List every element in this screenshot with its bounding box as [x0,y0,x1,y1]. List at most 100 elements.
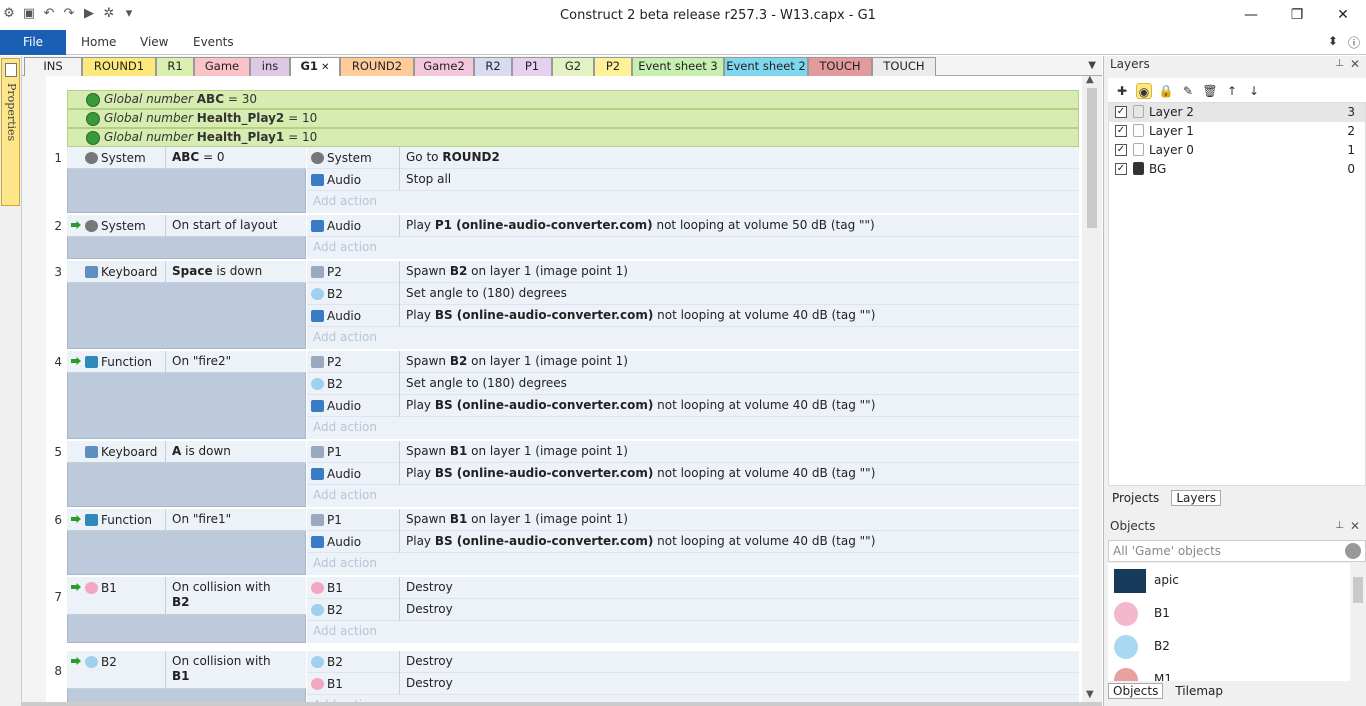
minimize-button[interactable]: — [1228,0,1274,30]
action-row[interactable]: P1 Spawn B1 on layer 1 (image point 1) [307,509,1079,531]
doc-tab-11[interactable]: P2 [594,57,632,76]
add-action-link[interactable]: Add action [307,485,1079,507]
doc-tab-4[interactable]: ins [250,57,290,76]
action-row[interactable]: Audio Play P1 (online-audio-converter.com… [307,215,1079,237]
move-down-icon[interactable]: ↓ [1246,83,1262,99]
doc-tab-8[interactable]: R2 [474,57,512,76]
doc-tab-0[interactable]: INS [24,57,82,76]
action-row[interactable]: P2 Spawn B2 on layer 1 (image point 1) [307,261,1079,283]
layer-row[interactable]: ✓ Layer 1 2 [1109,122,1365,141]
doc-tab-6[interactable]: ROUND2 [340,57,414,76]
lock-icon[interactable] [1133,105,1144,118]
action-row[interactable]: B2 Destroy [307,651,1079,673]
layer-visible-checkbox[interactable]: ✓ [1115,106,1127,118]
close-icon[interactable]: ✕ [1350,56,1360,72]
global-variable[interactable]: Global number ABC = 30 [67,90,1079,109]
event-condition[interactable]: System On start of layout [67,215,306,237]
layer-visible-checkbox[interactable]: ✓ [1115,144,1127,156]
action-row[interactable]: Audio Play BS (online-audio-converter.com… [307,395,1079,417]
properties-tab[interactable]: Properties [1,58,20,206]
doc-tab-10[interactable]: G2 [552,57,594,76]
action-row[interactable]: B2 Set angle to (180) degrees [307,373,1079,395]
add-action-link[interactable]: Add action [307,327,1079,349]
add-action-link[interactable]: Add action [307,553,1079,575]
about-icon[interactable]: ⓘ [1348,34,1360,51]
doc-tab-15[interactable]: TOUCH [872,57,936,76]
pin-icon[interactable]: ⊥ [1335,56,1344,72]
tab-view[interactable]: View [140,35,168,49]
doc-tab-12[interactable]: Event sheet 3 [632,57,724,76]
pin-icon[interactable]: ⊥ [1335,518,1344,534]
eye-icon[interactable]: ◉ [1136,83,1152,99]
event-condition[interactable]: Keyboard A is down [67,441,306,463]
edit-icon[interactable]: ✎ [1180,83,1196,99]
move-up-icon[interactable]: ↑ [1224,83,1240,99]
tab-home[interactable]: Home [81,35,116,49]
layer-row[interactable]: ✓ Layer 2 3 [1109,103,1365,122]
doc-tab-2[interactable]: R1 [156,57,194,76]
event-condition[interactable]: Keyboard Space is down [67,261,306,283]
global-variable[interactable]: Global number Health_Play1 = 10 [67,128,1079,147]
action-row[interactable]: B2 Set angle to (180) degrees [307,283,1079,305]
action-row[interactable]: B1 Destroy [307,673,1079,695]
event-condition[interactable]: System ABC = 0 [67,147,306,169]
action-row[interactable]: B2 Destroy [307,599,1079,621]
tab-list-dropdown-icon[interactable]: ▼ [1088,60,1096,71]
doc-tab-14[interactable]: TOUCH [808,57,872,76]
global-variable[interactable]: Global number Health_Play2 = 10 [67,109,1079,128]
doc-tab-3[interactable]: Game [194,57,250,76]
add-action-link[interactable]: Add action [307,237,1079,259]
objects-filter[interactable]: All 'Game' objects [1108,540,1366,562]
layer-visible-checkbox[interactable]: ✓ [1115,163,1127,175]
tab-layers[interactable]: Layers [1171,490,1222,506]
add-action-link[interactable]: Add action [307,191,1079,213]
action-row[interactable]: Audio Play BS (online-audio-converter.com… [307,463,1079,485]
layer-row[interactable]: ✓ Layer 0 1 [1109,141,1365,160]
ribbon-collapse-icon[interactable]: ⬍ [1328,34,1338,51]
add-action-link[interactable]: Add action [307,417,1079,439]
add-layer-icon[interactable]: ✚ [1114,83,1130,99]
tab-projects[interactable]: Projects [1108,491,1163,505]
scroll-thumb[interactable] [1087,88,1097,228]
action-row[interactable]: B1 Destroy [307,577,1079,599]
action-row[interactable]: P1 Spawn B1 on layer 1 (image point 1) [307,441,1079,463]
event-condition[interactable]: Function On "fire1" [67,509,306,531]
doc-tab-1[interactable]: ROUND1 [82,57,156,76]
restore-button[interactable]: ❐ [1274,0,1320,30]
doc-tab-5[interactable]: G1 ✕ [290,57,340,77]
scroll-thumb[interactable] [1353,577,1363,603]
lock-icon[interactable] [1133,162,1144,175]
event-condition[interactable]: B1 On collision with B2 [67,577,306,615]
close-icon[interactable]: ✕ [1350,518,1360,534]
layer-visible-checkbox[interactable]: ✓ [1115,125,1127,137]
event-sheet-scrollbar[interactable]: ▲ ▼ [1082,76,1102,702]
doc-tab-7[interactable]: Game2 [414,57,474,76]
action-row[interactable]: System Go to ROUND2 [307,147,1079,169]
action-row[interactable]: Audio Play BS (online-audio-converter.com… [307,531,1079,553]
lock-icon[interactable] [1133,124,1144,137]
add-action-link[interactable]: Add action [307,695,1079,702]
condition-text-bold: Space [172,264,213,278]
objects-scrollbar[interactable] [1350,563,1366,681]
scroll-down-icon[interactable]: ▼ [1086,689,1094,700]
action-row[interactable]: P2 Spawn B2 on layer 1 (image point 1) [307,351,1079,373]
action-row[interactable]: Audio Stop all [307,169,1079,191]
lock-icon[interactable]: 🔒 [1158,83,1174,99]
delete-icon[interactable]: 🗑 [1202,83,1218,99]
file-button[interactable]: File [0,30,66,55]
tab-objects[interactable]: Objects [1108,683,1164,699]
close-button[interactable]: ✕ [1320,0,1366,30]
up-folder-icon[interactable] [1345,543,1361,559]
tab-tilemap[interactable]: Tilemap [1171,684,1227,698]
action-row[interactable]: Audio Play BS (online-audio-converter.com… [307,305,1079,327]
layer-row[interactable]: ✓ BG 0 [1109,160,1365,179]
scroll-up-icon[interactable]: ▲ [1086,76,1094,85]
tab-close-icon[interactable]: ✕ [318,62,329,73]
doc-tab-9[interactable]: P1 [512,57,552,76]
tab-events[interactable]: Events [193,35,234,49]
event-condition[interactable]: B2 On collision with B1 [67,651,306,689]
add-action-link[interactable]: Add action [307,621,1079,643]
doc-tab-13[interactable]: Event sheet 2 [724,57,808,76]
lock-icon[interactable] [1133,143,1144,156]
event-condition[interactable]: Function On "fire2" [67,351,306,373]
